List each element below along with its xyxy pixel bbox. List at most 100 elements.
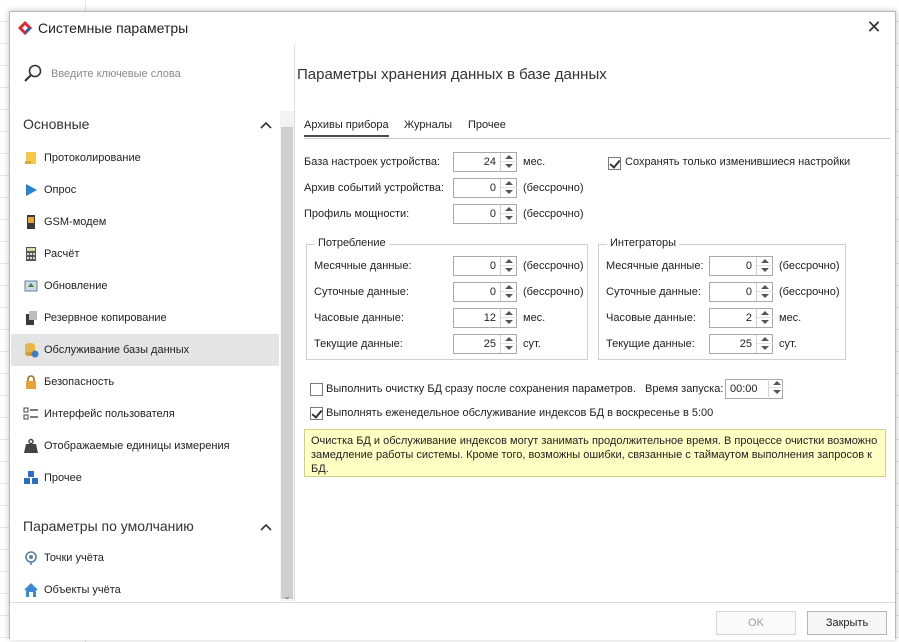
weight-icon — [24, 438, 38, 453]
save-changed-only-checkbox[interactable] — [608, 157, 621, 170]
sidebar-item-calculation[interactable]: Расчёт — [11, 238, 279, 270]
close-icon[interactable]: ✕ — [861, 16, 887, 40]
sidebar-item-label: Объекты учёта — [44, 584, 121, 596]
start-time-label: Время запуска: — [645, 383, 724, 395]
stepper-down-icon[interactable] — [501, 266, 517, 275]
stepper-down-icon[interactable] — [757, 318, 773, 327]
stepper-down-icon[interactable] — [501, 162, 517, 171]
cons-hourly-unit: мес. — [523, 312, 546, 324]
log-icon — [25, 152, 36, 164]
stepper-up-icon[interactable] — [501, 179, 517, 188]
chevron-up-icon[interactable] — [259, 120, 273, 130]
stepper-up-icon[interactable] — [757, 283, 773, 292]
cleanup-label: Выполнить очистку БД сразу после сохране… — [326, 383, 636, 395]
stepper-up-icon[interactable] — [501, 309, 517, 318]
stepper-down-icon[interactable] — [501, 188, 517, 197]
sidebar-item-display-units[interactable]: Отображаемые единицы измерения — [11, 430, 279, 462]
cons-monthly-label: Месячные данные: — [314, 260, 412, 272]
events-archive-stepper[interactable]: 0 — [453, 178, 517, 198]
int-monthly-stepper[interactable]: 0 — [709, 256, 773, 276]
tab-device-archives[interactable]: Архивы прибора — [304, 119, 389, 137]
sidebar-item-metering-objects[interactable]: Объекты учёта — [11, 574, 279, 601]
int-daily-stepper[interactable]: 0 — [709, 282, 773, 302]
settings-dialog: Системные параметры ✕ Основные Протоколи… — [9, 11, 896, 640]
power-profile-label: Профиль мощности: — [304, 208, 410, 220]
page-title: Параметры хранения данных в базе данных — [297, 66, 607, 83]
stepper-down-icon[interactable] — [501, 318, 517, 327]
sidebar-item-backup[interactable]: Резервное копирование — [11, 302, 279, 334]
search-input[interactable] — [49, 64, 269, 84]
stepper-value: 0 — [745, 260, 752, 272]
sidebar-item-label: Резервное копирование — [44, 312, 167, 324]
cons-daily-unit: (бессрочно) — [523, 286, 584, 298]
sidebar-item-metering-points[interactable]: Точки учёта — [11, 542, 279, 574]
calculator-icon — [26, 247, 36, 261]
events-archive-unit: (бессрочно) — [523, 182, 584, 194]
group-title: Основные — [23, 116, 90, 132]
sidebar-item-label: Опрос — [44, 184, 77, 196]
int-hourly-stepper[interactable]: 2 — [709, 308, 773, 328]
cons-monthly-stepper[interactable]: 0 — [453, 256, 517, 276]
stepper-up-icon[interactable] — [769, 379, 785, 388]
stepper-down-icon[interactable] — [757, 344, 773, 353]
stepper-up-icon[interactable] — [501, 335, 517, 344]
group-header-main[interactable]: Основные — [23, 116, 273, 140]
sidebar-item-update[interactable]: Обновление — [11, 270, 279, 302]
save-changed-only-label: Сохранять только изменившиеся настройки — [625, 156, 851, 168]
stepper-down-icon[interactable] — [757, 266, 773, 275]
tab-other[interactable]: Прочее — [468, 119, 506, 131]
sidebar-item-polling[interactable]: Опрос — [11, 174, 279, 206]
sidebar-item-gsm-modem[interactable]: GSM-модем — [11, 206, 279, 238]
cons-daily-stepper[interactable]: 0 — [453, 282, 517, 302]
sidebar-item-label: Обслуживание базы данных — [44, 344, 190, 356]
settings-db-unit: мес. — [523, 156, 546, 168]
start-time-input[interactable]: 00:00 — [725, 379, 785, 399]
stepper-value: 24 — [483, 156, 496, 168]
sidebar-item-user-interface[interactable]: Интерфейс пользователя — [11, 398, 279, 430]
play-icon — [26, 184, 37, 196]
search-box — [23, 63, 273, 85]
search-icon — [24, 64, 42, 82]
cubes-icon — [24, 471, 38, 484]
group-header-defaults[interactable]: Параметры по умолчанию — [23, 518, 273, 542]
sidebar-item-db-maintenance[interactable]: Обслуживание базы данных — [11, 334, 279, 366]
stepper-up-icon[interactable] — [501, 205, 517, 214]
stepper-up-icon[interactable] — [757, 309, 773, 318]
cons-current-stepper[interactable]: 25 — [453, 334, 517, 354]
stepper-down-icon[interactable] — [501, 344, 517, 353]
sidebar-item-logging[interactable]: Протоколирование — [11, 142, 279, 174]
stepper-up-icon[interactable] — [757, 335, 773, 344]
stepper-up-icon[interactable] — [501, 257, 517, 266]
sidebar-item-label: GSM-модем — [44, 216, 107, 228]
weekly-maintenance-checkbox[interactable] — [310, 407, 323, 420]
sidebar-item-security[interactable]: Безопасность — [11, 366, 279, 398]
stepper-down-icon[interactable] — [501, 214, 517, 223]
sidebar-item-label: Отображаемые единицы измерения — [44, 440, 230, 452]
cleanup-checkbox[interactable] — [310, 383, 323, 396]
stepper-down-icon[interactable] — [757, 292, 773, 301]
sidebar-item-label: Интерфейс пользователя — [44, 408, 175, 420]
cons-hourly-stepper[interactable]: 12 — [453, 308, 517, 328]
stepper-up-icon[interactable] — [501, 153, 517, 162]
stepper-up-icon[interactable] — [501, 283, 517, 292]
chevron-up-icon[interactable] — [259, 522, 273, 532]
group-title: Интеграторы — [607, 237, 680, 249]
sidebar-scrollbar[interactable]: ⌄ — [280, 111, 294, 601]
chevron-down-icon[interactable]: ⌄ — [280, 589, 294, 601]
int-current-stepper[interactable]: 25 — [709, 334, 773, 354]
settings-db-stepper[interactable]: 24 — [453, 152, 517, 172]
power-profile-stepper[interactable]: 0 — [453, 204, 517, 224]
close-button[interactable]: Закрыть — [807, 611, 887, 635]
stepper-up-icon[interactable] — [757, 257, 773, 266]
scrollbar-thumb[interactable] — [281, 127, 293, 599]
group-title: Потребление — [315, 237, 389, 249]
ok-button[interactable]: OK — [716, 611, 796, 635]
tab-journals[interactable]: Журналы — [404, 119, 452, 131]
int-daily-unit: (бессрочно) — [779, 286, 840, 298]
window-title: Системные параметры — [38, 20, 189, 36]
stepper-down-icon[interactable] — [769, 388, 785, 397]
settings-db-label: База настроек устройства: — [304, 156, 441, 168]
start-time-stepper[interactable] — [766, 379, 785, 399]
sidebar-item-other[interactable]: Прочее — [11, 462, 279, 494]
stepper-down-icon[interactable] — [501, 292, 517, 301]
